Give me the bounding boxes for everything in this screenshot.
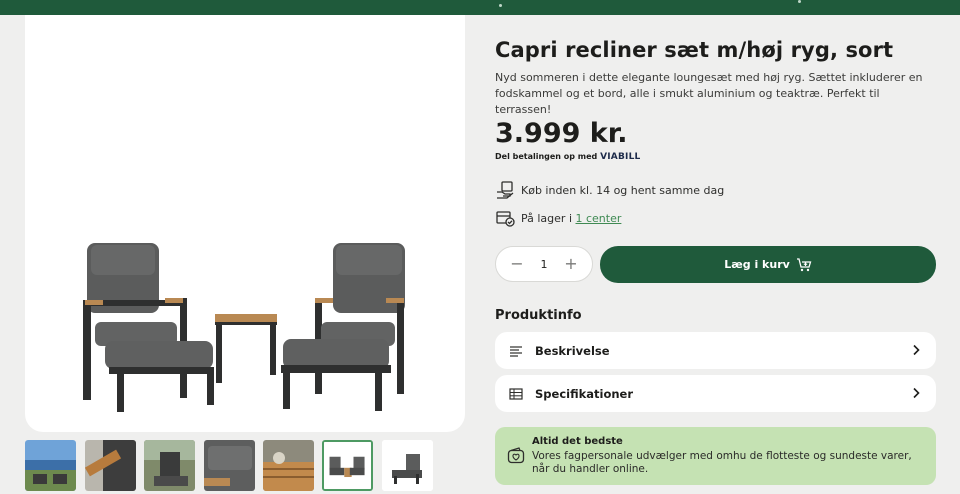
quantity-value[interactable]: 1 — [541, 258, 548, 271]
quantity-stepper: − 1 + — [495, 246, 593, 282]
quantity-decrease-button[interactable]: − — [510, 256, 524, 272]
stock-info: På lager i 1 center — [495, 208, 621, 228]
table-icon — [509, 387, 523, 400]
product-price: 3.999 kr. — [495, 118, 628, 149]
thumbnail-7[interactable] — [382, 440, 433, 491]
product-description: Nyd sommeren i dette elegante loungesæt … — [495, 71, 923, 116]
product-info-heading: Produktinfo — [495, 308, 582, 323]
cart-plus-icon — [796, 257, 812, 271]
banner-dot — [798, 0, 801, 3]
stock-center-link[interactable]: 1 center — [576, 212, 622, 225]
accordion-description-label: Beskrivelse — [535, 343, 610, 358]
store-check-icon — [496, 211, 515, 227]
side-table — [215, 314, 277, 383]
paylater-info[interactable]: Del betalingen op med VIABILL — [495, 152, 640, 162]
pickup-info: Køb inden kl. 14 og hent samme dag — [495, 180, 724, 200]
thumbnail-6[interactable] — [322, 440, 373, 491]
promo-title: Altid det bedste — [532, 436, 623, 447]
wallet-heart-icon — [507, 447, 525, 464]
product-title: Capri recliner sæt m/høj ryg, sort — [495, 38, 894, 62]
left-recliner-chair — [83, 243, 214, 412]
banner-dot — [499, 4, 502, 7]
top-banner — [0, 0, 960, 15]
thumbnail-5[interactable] — [263, 440, 314, 491]
stock-prefix: På lager i — [521, 211, 572, 225]
viabill-logo: VIABILL — [600, 152, 641, 162]
text-lines-icon — [510, 345, 522, 357]
chevron-right-icon — [913, 344, 920, 356]
accordion-specifications[interactable]: Specifikationer — [495, 375, 936, 412]
accordion-description[interactable]: Beskrivelse — [495, 332, 936, 369]
add-to-cart-button[interactable]: Læg i kurv — [600, 246, 936, 283]
pickup-text: Køb inden kl. 14 og hent samme dag — [521, 183, 725, 197]
lounge-set-illustration — [83, 243, 405, 412]
right-recliner-chair — [281, 243, 405, 411]
hand-package-icon — [497, 181, 514, 199]
thumbnail-4[interactable] — [204, 440, 255, 491]
quality-promise-box: Altid det bedste Vores fagpersonale udvæ… — [495, 427, 936, 485]
thumbnail-2[interactable] — [85, 440, 136, 491]
paylater-text: Del betalingen op med — [495, 152, 598, 161]
thumbnail-strip — [25, 440, 445, 492]
chevron-right-icon — [913, 387, 920, 399]
quantity-increase-button[interactable]: + — [564, 256, 578, 272]
promo-text: Vores fagpersonale udvælger med omhu de … — [532, 450, 912, 475]
add-to-cart-label: Læg i kurv — [724, 258, 790, 271]
accordion-specifications-label: Specifikationer — [535, 386, 634, 401]
thumbnail-3[interactable] — [144, 440, 195, 491]
product-main-image[interactable] — [25, 15, 465, 432]
thumbnail-1[interactable] — [25, 440, 76, 491]
